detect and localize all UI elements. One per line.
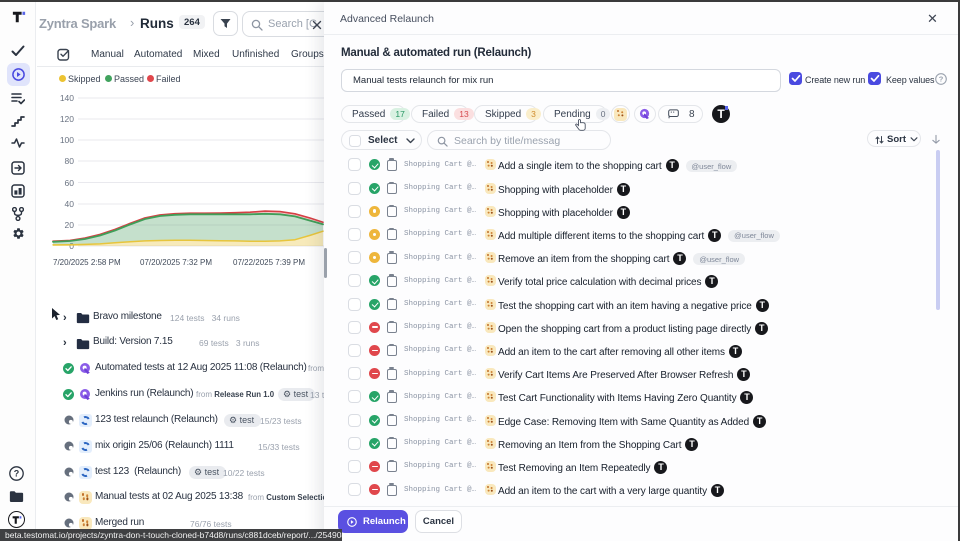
svg-text:?: ? [14,469,20,479]
svg-text:?: ? [939,75,944,84]
